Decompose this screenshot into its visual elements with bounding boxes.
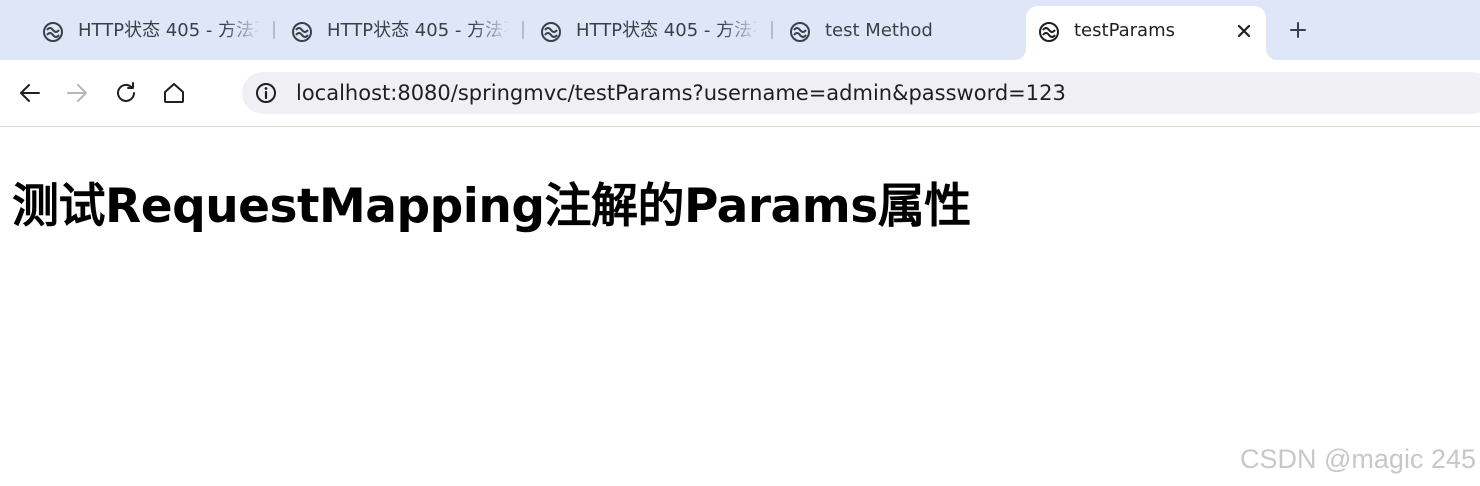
tab-strip: HTTP状态 405 - 方法不允许 HTTP状态 405 - 方法不允许 HT… [0, 0, 1480, 60]
arrow-right-icon[interactable] [63, 79, 91, 107]
plus-icon[interactable] [1284, 16, 1312, 44]
browser-tab[interactable]: HTTP状态 405 - 方法不允许 [0, 8, 270, 54]
browser-tab[interactable]: test Method [747, 8, 1017, 54]
address-bar[interactable]: localhost:8080/springmvc/testParams?user… [242, 72, 1480, 114]
globe-icon [43, 22, 63, 42]
page-heading: 测试RequestMapping注解的Params属性 [12, 179, 971, 234]
close-icon[interactable] [1232, 19, 1256, 43]
globe-icon [790, 22, 810, 42]
browser-tab[interactable]: HTTP状态 405 - 方法不允许 [249, 8, 519, 54]
globe-icon [541, 22, 561, 42]
tab-title: HTTP状态 405 - 方法不允许 [576, 20, 758, 41]
reload-icon[interactable] [112, 79, 140, 107]
globe-icon [1039, 22, 1059, 42]
tab-title: testParams [1074, 20, 1175, 41]
tab-title: test Method [825, 20, 933, 41]
tab-title: HTTP状态 405 - 方法不允许 [78, 20, 260, 41]
globe-icon [292, 22, 312, 42]
home-icon[interactable] [160, 79, 188, 107]
browser-tab-active[interactable]: testParams [1014, 6, 1278, 60]
url-text[interactable]: localhost:8080/springmvc/testParams?user… [296, 81, 1066, 105]
info-icon[interactable] [254, 81, 278, 105]
tab-title: HTTP状态 405 - 方法不允许 [327, 20, 509, 41]
browser-toolbar: localhost:8080/springmvc/testParams?user… [0, 60, 1480, 127]
watermark: CSDN @magic 245 [1240, 444, 1476, 474]
arrow-left-icon[interactable] [16, 79, 44, 107]
browser-tab[interactable]: HTTP状态 405 - 方法不允许 [498, 8, 768, 54]
page-content: 测试RequestMapping注解的Params属性 [0, 127, 1480, 486]
